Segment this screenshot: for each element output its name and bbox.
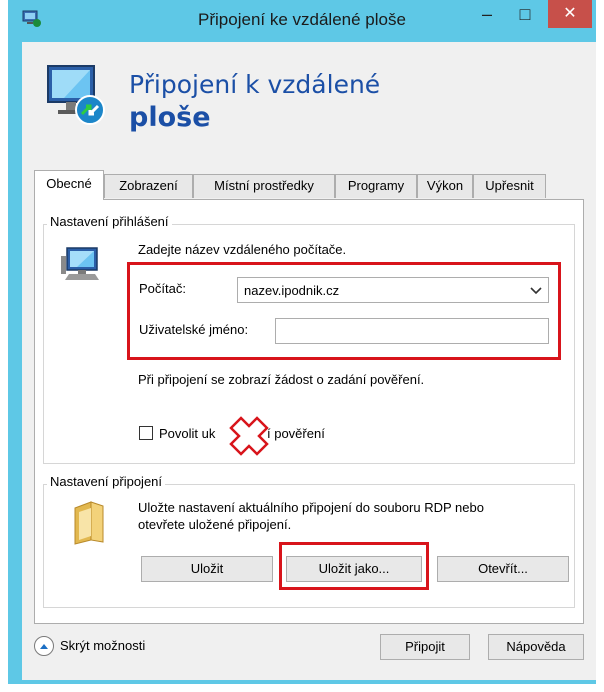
title-bar[interactable]: Připojení ke vzdálené ploše – □ ✕	[8, 0, 596, 40]
remote-desktop-computer-icon	[47, 65, 105, 125]
computer-icon	[61, 247, 99, 280]
tab-programy[interactable]: Programy	[335, 174, 417, 198]
save-as-button[interactable]: Uložit jako...	[286, 556, 422, 582]
computer-value: nazev.ipodnik.cz	[244, 283, 340, 298]
tab-mistni-prostredky[interactable]: Místní prostředky	[193, 174, 335, 198]
hide-options-toggle[interactable]	[34, 636, 54, 656]
tab-upresnit[interactable]: Upřesnit	[473, 174, 546, 198]
save-credentials-label-end: í pověření	[267, 426, 325, 441]
red-cross-icon	[229, 416, 269, 456]
hide-options-label[interactable]: Skrýt možnosti	[60, 638, 145, 653]
username-input[interactable]	[275, 318, 549, 344]
chevron-up-icon	[40, 644, 48, 649]
connect-button[interactable]: Připojit	[380, 634, 470, 660]
help-button[interactable]: Nápověda	[488, 634, 584, 660]
tab-obecne[interactable]: Obecné	[34, 170, 104, 200]
login-settings-title: Nastavení přihlášení	[47, 214, 172, 229]
tab-panel-obecne: Nastavení přihlášení Zadejte název vzdál…	[34, 199, 584, 624]
save-credentials-checkbox[interactable]	[139, 426, 153, 440]
save-button[interactable]: Uložit	[141, 556, 273, 582]
close-button[interactable]: ✕	[548, 0, 592, 28]
dialog-header: Připojení k vzdálené ploše	[22, 42, 596, 144]
window-frame: Připojení ke vzdálené ploše – □ ✕ Připoj…	[8, 0, 596, 684]
dialog-body: Obecné Zobrazení Místní prostředky Progr…	[22, 144, 596, 680]
header-title-line2: ploše	[129, 102, 211, 133]
save-credentials-label-start: Povolit uk	[159, 426, 216, 441]
minimize-button[interactable]: –	[470, 0, 504, 28]
folder-icon	[74, 501, 104, 545]
maximize-button[interactable]: □	[508, 0, 542, 28]
tab-zobrazeni[interactable]: Zobrazení	[104, 174, 193, 198]
credentials-note: Při připojení se zobrazí žádost o zadání…	[138, 372, 425, 387]
open-button[interactable]: Otevřít...	[437, 556, 569, 582]
username-label: Uživatelské jméno:	[139, 322, 249, 337]
header-title-line1: Připojení k vzdálené	[129, 70, 381, 99]
computer-instruction-text: Zadejte název vzdáleného počítače.	[138, 242, 347, 257]
connection-settings-title: Nastavení připojení	[47, 474, 166, 489]
tab-vykon[interactable]: Výkon	[417, 174, 473, 198]
computer-label: Počítač:	[139, 281, 186, 296]
computer-combobox[interactable]: nazev.ipodnik.cz	[237, 277, 549, 303]
connection-description-line2: otevřete uložené připojení.	[138, 517, 292, 532]
connection-description-line1: Uložte nastavení aktuálního připojení do…	[138, 500, 484, 515]
chevron-down-icon[interactable]	[530, 286, 542, 296]
